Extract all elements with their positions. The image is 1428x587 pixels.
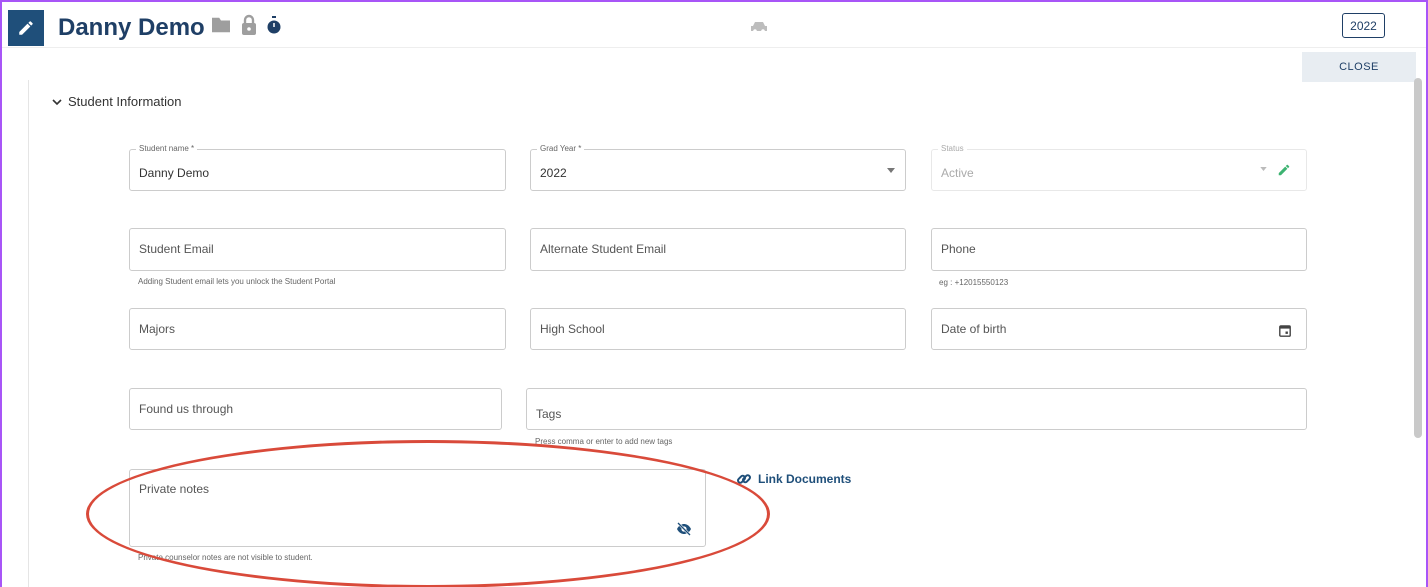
link-documents-label: Link Documents	[758, 472, 852, 486]
private-notes-textarea[interactable]: Private notes	[129, 469, 706, 547]
student-name-field[interactable]: Student name * Danny Demo	[129, 144, 506, 191]
alternate-email-input[interactable]: Alternate Student Email	[530, 228, 906, 271]
tags-helper: Press comma or enter to add new tags	[535, 437, 673, 446]
header: Danny Demo 2022	[2, 2, 1426, 48]
student-name-label: Student name *	[136, 144, 198, 153]
lock-icon[interactable]	[240, 14, 258, 36]
private-notes-helper: Private counselor notes are not visible …	[138, 553, 313, 562]
phone-placeholder: Phone	[941, 242, 976, 256]
scrollbar[interactable]	[1414, 78, 1422, 438]
year-badge[interactable]: 2022	[1342, 13, 1385, 38]
pencil-icon	[19, 21, 33, 35]
date-of-birth-input[interactable]: Date of birth	[931, 308, 1307, 350]
grad-year-value: 2022	[540, 166, 567, 180]
header-icons	[210, 14, 282, 36]
date-of-birth-placeholder: Date of birth	[941, 322, 1007, 336]
stopwatch-icon[interactable]	[266, 16, 282, 34]
link-documents-button[interactable]: Link Documents	[736, 471, 851, 487]
grad-year-label: Grad Year *	[537, 144, 585, 153]
tags-input[interactable]: Tags	[526, 388, 1307, 430]
pencil-icon[interactable]	[1277, 163, 1291, 177]
tags-placeholder: Tags	[536, 407, 562, 421]
eye-off-icon[interactable]	[676, 522, 692, 536]
status-select[interactable]: Status Active	[931, 144, 1307, 191]
student-email-helper: Adding Student email lets you unlock the…	[138, 277, 336, 286]
majors-placeholder: Majors	[139, 322, 176, 336]
alternate-email-placeholder: Alternate Student Email	[540, 242, 667, 256]
phone-helper: eg : +12015550123	[939, 278, 1009, 287]
edit-button[interactable]	[8, 10, 44, 46]
close-button[interactable]: CLOSE	[1302, 52, 1416, 82]
caret-down-icon	[887, 168, 895, 173]
majors-input[interactable]: Majors	[129, 308, 506, 350]
found-us-through-input[interactable]: Found us through	[129, 388, 502, 430]
high-school-input[interactable]: High School	[530, 308, 906, 350]
link-icon	[737, 474, 751, 484]
grad-year-select[interactable]: Grad Year * 2022	[530, 144, 906, 191]
caret-down-icon	[1260, 167, 1267, 171]
car-icon[interactable]	[750, 20, 768, 34]
calendar-icon[interactable]	[1279, 324, 1291, 337]
section-title: Student Information	[68, 94, 182, 109]
student-name-value: Danny Demo	[139, 166, 210, 180]
phone-input[interactable]: Phone	[931, 228, 1307, 271]
status-value: Active	[941, 166, 974, 180]
status-label: Status	[938, 144, 967, 153]
found-us-through-placeholder: Found us through	[139, 402, 234, 416]
folder-icon[interactable]	[210, 16, 232, 34]
student-email-input[interactable]: Student Email	[129, 228, 506, 271]
section-toggle-student-information[interactable]: Student Information	[52, 94, 181, 109]
panel-divider	[28, 80, 29, 587]
private-notes-placeholder: Private notes	[139, 482, 210, 496]
page-title: Danny Demo	[58, 14, 205, 41]
chevron-down-icon	[52, 98, 62, 105]
student-email-placeholder: Student Email	[139, 242, 214, 256]
high-school-placeholder: High School	[540, 322, 605, 336]
